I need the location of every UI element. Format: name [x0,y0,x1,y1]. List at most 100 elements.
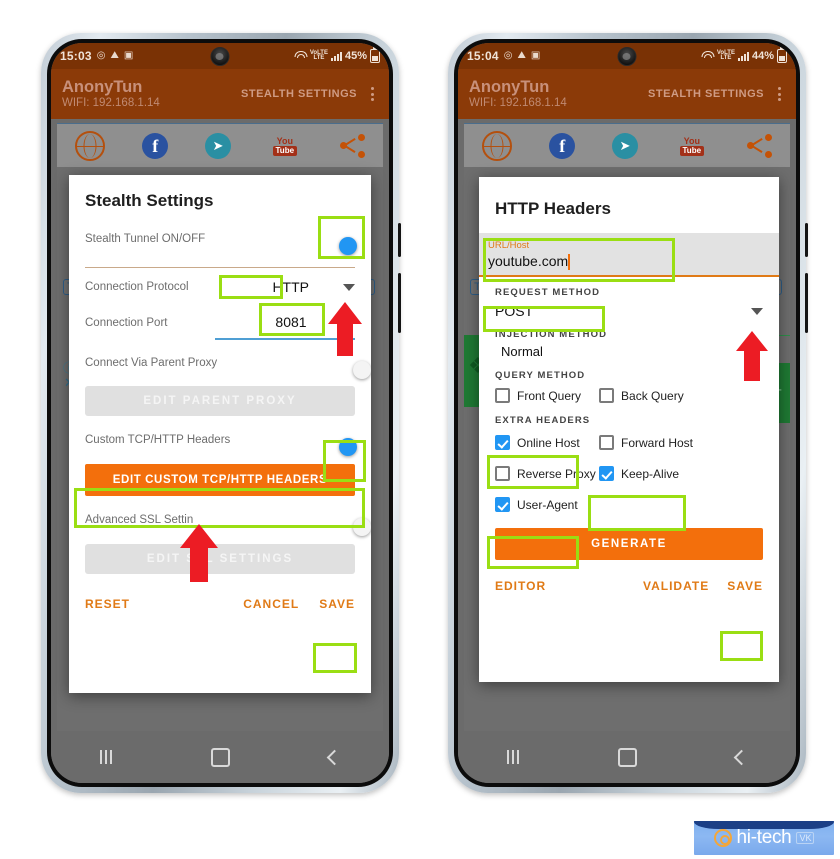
back-query-checkbox[interactable] [599,388,615,404]
recents-icon[interactable] [100,750,113,764]
screenshot-root: 15:03 ◎ ⛰ ▣ VoLTE LTE 45% AnonyTun WIFI:… [0,0,840,859]
shortcut-row: f ➤ You Tube [57,123,383,169]
forward-host-checkbox[interactable] [599,435,614,451]
back-icon[interactable] [326,749,342,765]
stealth-settings-dialog: Stealth Settings Stealth Tunnel ON/OFF C… [69,175,371,693]
app-actions-right: STEALTH SETTINGS [648,84,785,104]
edit-parent-proxy-button: EDIT PARENT PROXY [85,386,355,416]
reset-button[interactable]: RESET [85,597,130,611]
checkbox-reverse-proxy[interactable]: Reverse Proxy [495,466,599,482]
youtube-icon-right[interactable]: You Tube [675,133,709,159]
keep-alive-checkbox[interactable] [599,466,614,482]
power-button-right[interactable] [805,223,808,257]
wifi-icon-right [701,51,715,61]
checkbox-back-query[interactable]: Back Query [599,388,684,404]
dialog-actions-right: EDITOR VALIDATE SAVE [495,560,763,612]
vk-icon: VK [796,832,815,844]
user-agent-label: User-Agent [517,497,578,512]
connection-port-label: Connection Port [85,317,168,329]
facebook-icon-right[interactable]: f [549,133,576,159]
wifi-icon [294,51,308,61]
query-method-label: QUERY METHOD [495,370,586,382]
reverse-proxy-label: Reverse Proxy [517,466,596,481]
request-method-row[interactable]: POST [495,303,763,319]
status-time-right: 15:04 [467,49,499,63]
battery-percent-right: 44% [751,50,774,62]
row-advanced-ssl[interactable]: Advanced SSL Settin [85,496,371,544]
user-agent-checkbox[interactable] [495,497,510,513]
app-bar-right: AnonyTun WIFI: 192.168.1.14 STEALTH SETT… [458,69,796,119]
battery-icon-right [777,47,787,63]
dialog-body-right: REQUEST METHOD POST INJECTION METHOD Nor… [479,287,779,612]
globe-icon-right[interactable] [482,131,513,161]
globe-icon[interactable] [75,131,106,161]
connection-info: WIFI: 192.168.1.14 [62,96,160,109]
gallery-icon: ▣ [123,50,134,61]
row-connection-protocol[interactable]: Connection Protocol HTTP [85,268,355,306]
stealth-tunnel-label: Stealth Tunnel ON/OFF [85,233,206,245]
youtube-icon[interactable]: You Tube [268,133,302,159]
shortcut-row-right: f ➤ You Tube [464,123,790,169]
watermark-text: hi-tech [736,827,792,848]
row-parent-proxy[interactable]: Connect Via Parent Proxy [85,340,371,386]
request-method-value: POST [495,303,534,320]
stealth-settings-button-right[interactable]: STEALTH SETTINGS [648,88,764,100]
youtube-you-text-right: You [683,135,700,146]
volume-button[interactable] [398,273,401,333]
validate-button[interactable]: VALIDATE [643,579,709,593]
overflow-menu-icon-right[interactable] [774,84,785,104]
phone-right: 15:04 ◎ ⛰ ▣ VoLTE LTE 44% AnonyTun WIFI:… [448,33,808,793]
telegram-icon[interactable]: ➤ [204,133,231,159]
connection-port-field[interactable]: 8081 [227,314,355,332]
injection-method-label: INJECTION METHOD [495,329,608,341]
stealth-settings-button[interactable]: STEALTH SETTINGS [241,88,357,100]
extra-headers-row-2: Reverse Proxy Keep-Alive [495,466,763,482]
editor-button[interactable]: EDITOR [495,579,546,593]
checkbox-online-host[interactable]: Online Host [495,435,599,451]
edit-custom-headers-button[interactable]: EDIT CUSTOM TCP/HTTP HEADERS [85,464,355,496]
power-button[interactable] [398,223,401,257]
save-button-right[interactable]: SAVE [727,579,763,593]
volte-icon: VoLTE LTE [309,50,328,61]
share-icon-right[interactable] [746,133,772,159]
url-host-field[interactable]: URL/Host youtube.com [479,233,779,276]
reverse-proxy-checkbox[interactable] [495,466,510,482]
overflow-menu-icon[interactable] [367,84,378,104]
share-icon[interactable] [339,133,365,159]
status-bar-right: 15:04 ◎ ⛰ ▣ VoLTE LTE 44% [458,43,796,69]
injection-method-value[interactable]: Normal [495,344,763,359]
youtube-tube-text: Tube [272,145,298,156]
app-titles-right: AnonyTun WIFI: 192.168.1.14 [469,78,567,109]
online-host-checkbox[interactable] [495,435,510,451]
row-stealth-tunnel[interactable]: Stealth Tunnel ON/OFF [85,211,357,267]
row-connection-port[interactable]: Connection Port 8081 [85,306,355,340]
chevron-down-icon[interactable] [343,283,355,291]
request-method-label: REQUEST METHOD [495,287,601,299]
volume-button-right[interactable] [805,273,808,333]
status-left: 15:03 ◎ ⛰ ▣ [60,49,133,63]
at-icon [713,829,732,847]
checkbox-front-query[interactable]: Front Query [495,388,581,404]
front-query-checkbox[interactable] [495,388,510,404]
checkbox-forward-host[interactable]: Forward Host [599,435,693,451]
back-query-label: Back Query [621,388,684,403]
connection-protocol-value[interactable]: HTTP [272,279,309,295]
status-left-right: 15:04 ◎ ⛰ ▣ [467,49,540,63]
status-right-right: VoLTE LTE 44% [701,47,787,63]
screen-record-icon: ◎ [96,50,106,61]
telegram-icon-right[interactable]: ➤ [611,133,638,159]
home-icon-right[interactable] [617,747,637,767]
cancel-button[interactable]: CANCEL [243,597,299,611]
phone-left: 15:03 ◎ ⛰ ▣ VoLTE LTE 45% AnonyTun WIFI:… [41,33,401,793]
checkbox-keep-alive[interactable]: Keep-Alive [599,466,679,482]
save-button[interactable]: SAVE [319,597,355,611]
custom-headers-label: Custom TCP/HTTP Headers [85,434,231,446]
row-custom-headers[interactable]: Custom TCP/HTTP Headers [85,416,357,464]
generate-button[interactable]: GENERATE [495,528,763,561]
facebook-icon[interactable]: f [142,133,169,159]
home-icon[interactable] [210,747,230,767]
chevron-down-icon-right[interactable] [751,307,763,315]
checkbox-user-agent[interactable]: User-Agent [495,497,578,513]
recents-icon-right[interactable] [507,750,520,764]
back-icon-right[interactable] [733,749,749,765]
